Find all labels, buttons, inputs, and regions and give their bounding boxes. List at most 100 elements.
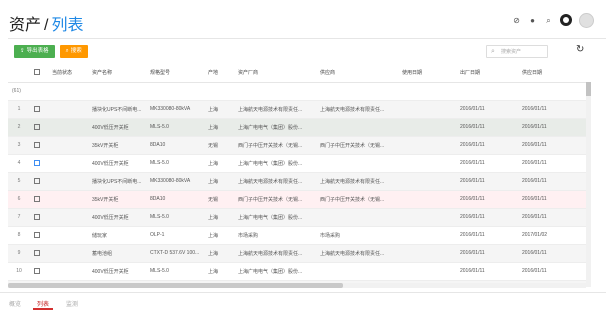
avatar[interactable] <box>579 12 594 28</box>
column-header-use-date[interactable]: 使用日期 <box>398 63 456 83</box>
row-select-cell[interactable] <box>30 262 48 281</box>
table-row[interactable]: 8 储玩家 OLP-1 上海 市场采购 市场采购 2016/01/11 2017/01/02 <box>8 226 587 245</box>
table-row[interactable]: 2 400V低压开关柜 MLS-5.0 上海 上海广电电气（集团）股份... 2016/0… <box>8 118 587 137</box>
column-header-factory-date[interactable]: 出厂日期 <box>456 63 518 83</box>
tab-list[interactable]: 列表 <box>37 299 49 308</box>
cell-name: 播块化UPS不间断电... <box>88 172 146 191</box>
row-checkbox[interactable] <box>34 123 40 130</box>
row-select-cell[interactable] <box>30 100 48 119</box>
row-checkbox[interactable] <box>34 159 40 166</box>
column-header-vendor[interactable]: 资产厂商 <box>234 63 316 83</box>
header-actions: ⊘ ● ⌕ <box>512 10 594 30</box>
row-checkbox[interactable] <box>34 249 40 256</box>
table-header-row: 当前状态 资产名称 规格型号 产地 资产厂商 供应商 使用日期 出厂日期 供应日… <box>8 63 587 83</box>
row-number: 5 <box>8 172 30 191</box>
cell-model: MK330080-80kVA <box>146 100 204 119</box>
row-checkbox[interactable] <box>34 141 40 148</box>
row-checkbox[interactable] <box>34 105 40 112</box>
cell-factory-date: 2016/01/11 <box>456 172 518 191</box>
cell-supplier: 西门子中压开关技术（无锡... <box>316 190 398 209</box>
cell-status <box>48 154 88 173</box>
row-select-cell[interactable] <box>30 226 48 245</box>
cell-name: 储玩家 <box>88 226 146 245</box>
row-select-cell[interactable] <box>30 172 48 191</box>
tab-monitor[interactable]: 监测 <box>66 299 78 308</box>
table-row[interactable]: 4 400V低压开关柜 MLS-5.0 上海 上海广电电气（集团）股份... 2016/0… <box>8 154 587 173</box>
export-table-button[interactable]: ⇪ 导出表格 <box>14 45 55 58</box>
row-select-cell[interactable] <box>30 136 48 155</box>
cell-supplier: 西门子中压开关技术（无锡... <box>316 136 398 155</box>
cell-status <box>48 190 88 209</box>
cell-model: MLS-5.0 <box>146 208 204 227</box>
table-row[interactable]: 10 400V低压开关柜 MLS-5.0 上海 上海广电电气（集团）股份... 2016/… <box>8 262 587 281</box>
cell-supplier <box>316 154 398 173</box>
table-row[interactable]: 6 35kV开关柜 8DA10 无锡 西门子中压开关技术（无锡... 西门子中压开关技术（… <box>8 190 587 209</box>
cell-factory-date: 2016/01/11 <box>456 190 518 209</box>
row-select-cell[interactable] <box>30 208 48 227</box>
cell-factory-date: 2016/01/11 <box>456 208 518 227</box>
search-button-icon: ⌕ <box>65 48 69 54</box>
vertical-scrollbar[interactable] <box>586 82 591 287</box>
chat-icon[interactable]: ● <box>528 16 537 25</box>
cell-origin: 上海 <box>204 244 234 263</box>
cell-use-date <box>398 190 456 209</box>
cell-vendor: 西门子中压开关技术（无锡... <box>234 136 316 155</box>
cell-origin: 无锡 <box>204 190 234 209</box>
table-row[interactable]: 3 35kV开关柜 8DA10 无锡 西门子中压开关技术（无锡... 西门子中压开关技术（… <box>8 136 587 155</box>
table-row[interactable]: 7 400V低压开关柜 MLS-5.0 上海 上海广电电气（集团）股份... 2016/0… <box>8 208 587 227</box>
table-row[interactable]: 1 播块化UPS不间断电... MK330080-80kVA 上海 上海航天电源技术有限… <box>8 100 587 119</box>
help-icon[interactable]: ⊘ <box>512 16 521 25</box>
refresh-icon[interactable]: ↻ <box>576 44 584 56</box>
export-label: 导出表格 <box>26 48 49 54</box>
column-header-origin[interactable]: 产地 <box>204 63 234 83</box>
cell-name: 35kV开关柜 <box>88 136 146 155</box>
cell-name: 400V低压开关柜 <box>88 262 146 281</box>
cell-supply-date: 2016/01/11 <box>518 208 587 227</box>
filter-row: (61) <box>8 82 587 101</box>
row-select-cell[interactable] <box>30 118 48 137</box>
cell-factory-date: 2016/01/11 <box>456 226 518 245</box>
cell-name: 35kV开关柜 <box>88 190 146 209</box>
column-header-supplier[interactable]: 供应商 <box>316 63 398 83</box>
cell-status <box>48 262 88 281</box>
column-header-select[interactable] <box>30 63 48 83</box>
column-header-name[interactable]: 资产名称 <box>88 63 146 83</box>
row-checkbox[interactable] <box>34 231 40 238</box>
row-number: 2 <box>8 118 30 137</box>
horizontal-scrollbar[interactable] <box>8 283 586 288</box>
column-header-supply-date[interactable]: 供应日期 <box>518 63 587 83</box>
cell-use-date <box>398 244 456 263</box>
row-select-cell[interactable] <box>30 154 48 173</box>
row-checkbox[interactable] <box>34 195 40 202</box>
column-header-model[interactable]: 规格型号 <box>146 63 204 83</box>
cell-vendor: 上海广电电气（集团）股份... <box>234 208 316 227</box>
tab-overview[interactable]: 概览 <box>9 299 21 308</box>
search-icon[interactable]: ⌕ <box>544 16 553 25</box>
horizontal-scrollbar-thumb[interactable] <box>8 283 343 288</box>
row-select-cell[interactable] <box>30 244 48 263</box>
cell-supplier <box>316 118 398 137</box>
cell-model: MLS-5.0 <box>146 154 204 173</box>
breadcrumb-root[interactable]: 资产 <box>9 17 41 34</box>
cell-status <box>48 118 88 137</box>
cell-model: OLP-1 <box>146 226 204 245</box>
table-row[interactable]: 5 播块化UPS不间断电... MK330080-80kVA 上海 上海航天电源技术有限… <box>8 172 587 191</box>
vertical-scrollbar-thumb[interactable] <box>586 82 591 96</box>
cell-model: 8DA10 <box>146 136 204 155</box>
settings-icon[interactable] <box>560 14 572 26</box>
row-checkbox[interactable] <box>34 267 40 274</box>
cell-use-date <box>398 154 456 173</box>
table-row[interactable]: 9 蓄电池组 CTXT-D 537.6V 100... 上海 上海航天电源技术有限责任.… <box>8 244 587 263</box>
select-all-checkbox[interactable] <box>34 69 40 76</box>
search-button[interactable]: ⌕ 搜索 <box>59 45 88 58</box>
search-input[interactable]: ⌕ 搜索资产 <box>486 45 548 58</box>
row-checkbox[interactable] <box>34 177 40 184</box>
row-select-cell[interactable] <box>30 190 48 209</box>
cell-supply-date: 2016/01/11 <box>518 190 587 209</box>
cell-factory-date: 2016/01/11 <box>456 118 518 137</box>
export-icon: ⇪ <box>20 48 25 54</box>
row-checkbox[interactable] <box>34 213 40 220</box>
cell-status <box>48 172 88 191</box>
column-header-status[interactable]: 当前状态 <box>48 63 88 83</box>
row-number: 8 <box>8 226 30 245</box>
